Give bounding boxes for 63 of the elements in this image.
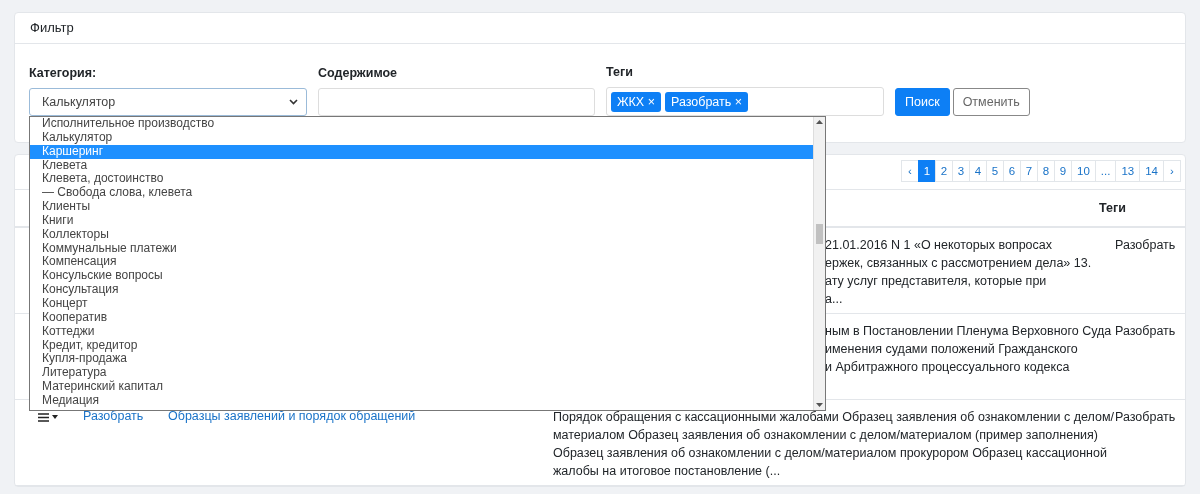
scroll-up-icon[interactable] — [816, 120, 823, 124]
page-link[interactable]: 9 — [1054, 160, 1072, 182]
dropdown-option[interactable]: Литература — [30, 366, 813, 381]
dropdown-option[interactable]: Каршеринг — [30, 144, 813, 159]
dropdown-option[interactable]: — Свобода слова, клевета — [30, 186, 813, 201]
filter-title: Фильтр — [15, 13, 1185, 44]
scroll-down-icon[interactable] — [816, 403, 823, 407]
page-link[interactable]: 4 — [969, 160, 987, 182]
tags-cell-text: Разобрать — [1115, 409, 1177, 426]
tags-field[interactable]: ЖКХ × Разобрать × — [606, 87, 884, 116]
title-link[interactable]: Образцы заявлений и порядок обращений — [168, 409, 416, 423]
dropdown-option[interactable]: Компенсация — [30, 255, 813, 270]
tag-chip[interactable]: ЖКХ × — [611, 91, 661, 112]
page-link[interactable]: › — [1163, 160, 1181, 182]
dropdown-option[interactable]: Калькулятор — [30, 130, 813, 145]
category-label: Категория: — [29, 65, 98, 81]
dropdown-option[interactable]: Консультация — [30, 283, 813, 297]
cancel-button[interactable]: Отменить — [952, 88, 1030, 116]
page-link[interactable]: 13 — [1115, 160, 1141, 182]
content-field[interactable] — [318, 88, 595, 116]
dropdown-option[interactable]: Клевета — [30, 158, 813, 173]
content-label: Содержимое — [318, 65, 399, 81]
dropdown-option[interactable]: Коммунальные платежи — [30, 241, 813, 256]
page-link[interactable]: 8 — [1037, 160, 1055, 182]
page-link[interactable]: 14 — [1139, 160, 1164, 182]
dropdown-option[interactable]: Концерт — [30, 296, 813, 311]
tag-chip[interactable]: Разобрать × — [664, 91, 749, 112]
search-button[interactable]: Поиск — [895, 88, 950, 116]
page-link[interactable]: 2 — [935, 160, 953, 182]
dropdown-option[interactable]: Клевета, достоинство — [30, 172, 813, 187]
page-link[interactable]: 3 — [952, 160, 970, 182]
content-cell-text: ным в Постановлении Пленума Верховного Суда именения судами положений Гражданского и Арбитражного процессуального кодекса — [824, 323, 1113, 376]
content-cell-text: Порядок обращения с кассационными жалобами Образец заявления об ознакомлении с делом/ материалом Образец заявления об ознакомлении с делом/материалом (пример заполнения) Образец заявления об ознакомлении с делом/материалом прокурором Образец кассационной жалобы на итоговое постановление (... — [553, 409, 1115, 480]
tags-label: Теги — [606, 64, 634, 80]
chevron-icon — [289, 99, 298, 105]
page-link[interactable]: 5 — [986, 160, 1004, 182]
content-cell-text: 21.01.2016 N 1 «О некоторых вопросах ержек, связанных с рассмотрением дела» 13. ату услуг представителя, которые при а... — [824, 237, 1093, 308]
page-link[interactable]: 1 — [918, 160, 936, 182]
tags-cell-text: Разобрать — [1115, 237, 1177, 254]
page-link[interactable]: ‹ — [901, 160, 919, 182]
page-link[interactable]: 10 — [1071, 160, 1096, 182]
page-link[interactable]: 7 — [1020, 160, 1038, 182]
hamburger-icon — [38, 412, 49, 422]
scrollbar-thumb[interactable] — [816, 224, 823, 244]
category-select[interactable]: Калькулятор — [29, 88, 307, 116]
status-link[interactable]: Разобрать — [83, 409, 144, 423]
dropdown-option[interactable]: Купля-продажа — [30, 352, 813, 367]
tags-column-header: Теги — [1099, 201, 1127, 215]
dropdown-option[interactable]: Клиенты — [30, 200, 813, 214]
caret-icon — [52, 415, 58, 419]
dropdown-option[interactable]: Книги — [30, 213, 813, 228]
tags-cell-text: Разобрать — [1115, 323, 1177, 340]
scrollbar[interactable] — [813, 117, 825, 410]
dropdown-option[interactable]: Коллекторы — [30, 227, 813, 242]
dropdown-option[interactable]: Материнский капитал — [30, 380, 813, 394]
page-link[interactable]: ... — [1094, 160, 1117, 182]
dropdown-option[interactable]: Медиация — [30, 393, 813, 408]
dropdown-option[interactable]: Коттеджи — [30, 324, 813, 339]
dropdown-option[interactable]: Консульские вопросы — [30, 269, 813, 284]
page-link[interactable]: 6 — [1003, 160, 1021, 182]
dropdown-option[interactable]: Исполнительное производство — [30, 117, 813, 131]
dropdown-option[interactable]: Кооператив — [30, 310, 813, 325]
dropdown-option[interactable]: Кредит, кредитор — [30, 338, 813, 353]
